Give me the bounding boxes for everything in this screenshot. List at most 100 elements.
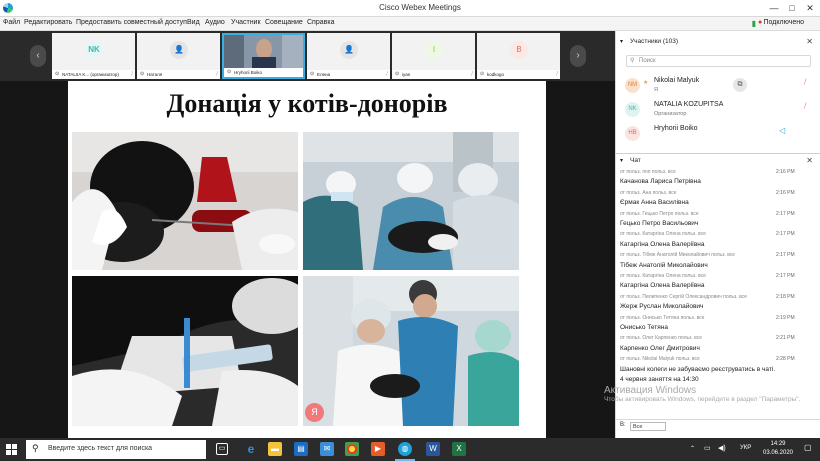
video-thumbnail-strip: ‹ NK ⊙ NATALIIA K... (организатор) ⧸ 👤 ⊙… — [0, 31, 615, 81]
task-view-icon[interactable]: ▭ — [216, 443, 228, 455]
chat-message: Тібеж Анатолій Миколайович — [616, 262, 820, 273]
microphone-icon: ⊙ — [227, 69, 232, 75]
presentation-slide: Донація у котів-донорів — [68, 81, 546, 438]
mute-icon[interactable]: ⧸ — [804, 79, 806, 87]
connection-status[interactable]: Подключено — [764, 19, 804, 26]
taskbar-clock[interactable]: 14:29 03.06.2020 — [760, 440, 796, 458]
person-icon: 👤 — [170, 41, 188, 59]
chat-sender-meta: от польз. Nikolai Malyuk польз. все — [620, 356, 700, 363]
chevron-down-icon[interactable]: ▾ — [620, 35, 623, 49]
media-player-icon[interactable]: ▶ — [371, 442, 385, 456]
chat-sender-meta: от польз. Тібеж Анатолій Миколайович пол… — [620, 252, 736, 259]
slide-title: Донація у котів-донорів — [166, 89, 448, 118]
chat-message-meta: от польз. Олег Карпенко польз. все 2:21 P… — [616, 334, 820, 345]
chat-text: Жерж Руслан Миколайович — [620, 303, 704, 311]
chevron-left-icon[interactable]: ‹ — [30, 45, 46, 67]
windows-taskbar: ⚲ Введите здесь текст для поиска ▭ e ▬ ▤… — [0, 438, 820, 461]
minimize-button[interactable]: — — [768, 2, 780, 14]
close-icon[interactable]: ✕ — [806, 154, 813, 168]
connection-icon: ▮ — [751, 19, 756, 28]
close-icon[interactable]: ✕ — [806, 35, 813, 49]
share-icon[interactable]: ⧉ — [733, 78, 747, 92]
volume-icon[interactable]: ◀) — [718, 444, 726, 452]
participants-header-label: Участники (103) — [630, 38, 679, 45]
chat-text: 4 червня заняття на 14:30 — [620, 376, 699, 383]
chat-message: Карпенко Олег Дмитрович — [616, 345, 820, 356]
chat-recipient-select[interactable]: Все — [630, 422, 666, 431]
menu-participant[interactable]: Участник — [231, 19, 261, 26]
search-placeholder: Поиск — [639, 58, 656, 64]
chat-header[interactable]: ▾ Чат ✕ — [616, 154, 820, 168]
mute-icon: ⧸ — [216, 71, 218, 77]
webex-app-window: Cisco Webex Meetings — □ ✕ Файл Редактир… — [0, 0, 820, 461]
video-camera-icon[interactable]: ◁ — [779, 126, 785, 135]
crown-icon: ★ — [643, 80, 649, 86]
menu-meeting[interactable]: Совещание — [265, 19, 303, 26]
avatar: NK — [85, 41, 103, 59]
webex-taskbar-icon[interactable]: ◍ — [398, 442, 412, 456]
network-icon[interactable]: ▭ — [704, 444, 711, 452]
menu-audio[interactable]: Аудио — [205, 19, 225, 26]
chat-sender-meta: от польз. Катаргіна Олена польз. все — [620, 273, 706, 279]
thumbnail-name: ⊙ Hryhorii Boiko — [224, 68, 303, 77]
chat-text: Катаргіна Олена Валеріївна — [620, 240, 705, 248]
mute-icon: ⧸ — [556, 71, 558, 77]
participant-item[interactable]: HB Hryhorii Boiko ◁ — [616, 121, 816, 147]
chat-to-label: В: — [620, 422, 626, 428]
close-button[interactable]: ✕ — [804, 2, 816, 14]
microphone-icon: ⊙ — [480, 71, 485, 77]
mute-icon: ⧸ — [471, 71, 473, 77]
chat-message: Шановні колеги не забуваємо реєструватис… — [616, 366, 820, 377]
mail-icon[interactable]: ✉ — [320, 442, 334, 456]
taskbar-search-input[interactable]: ⚲ Введите здесь текст для поиска — [26, 440, 206, 459]
chrome-icon[interactable] — [345, 442, 359, 456]
self-avatar[interactable]: Я — [305, 403, 324, 422]
mute-icon[interactable]: ⧸ — [804, 103, 806, 111]
thumbnail-name: ⊙ Елена ⧸ — [307, 70, 390, 79]
participant-item[interactable]: NK NATALIA KOZUPITSA Организатор ⧸ — [616, 97, 816, 123]
avatar: NM — [625, 78, 640, 93]
notifications-icon[interactable]: ▢ — [804, 443, 812, 452]
thumbnail-participant[interactable]: B ⊙ kodkogo ⧸ — [477, 33, 560, 79]
edge-browser-icon[interactable]: e — [244, 442, 258, 456]
menu-edit[interactable]: Редактировать — [24, 19, 72, 26]
excel-icon[interactable]: X — [452, 442, 466, 456]
participant-search-input[interactable]: ⚲ Поиск — [626, 55, 811, 67]
participant-name: NATALIA KOZUPITSA — [654, 101, 724, 108]
menu-view[interactable]: Вид — [187, 19, 200, 26]
slide-photo-syringe-closeup — [72, 276, 298, 426]
language-indicator[interactable]: УКР — [740, 445, 751, 451]
chat-recipient-bar: В: Все — [616, 419, 820, 438]
chat-text: Шановні колеги не забуваємо реєструватис… — [620, 365, 776, 373]
windows-start-icon[interactable] — [6, 444, 17, 455]
menu-share[interactable]: Предоставить совместный доступ — [76, 19, 187, 26]
chevron-right-icon[interactable]: › — [570, 45, 586, 67]
menu-help[interactable]: Справка — [307, 19, 334, 26]
thumbnail-participant[interactable]: 👤 ⊙ Наталя ⧸ — [137, 33, 220, 79]
side-panel: ▾ Участники (103) ✕ ⚲ Поиск NM ★ Nikolai… — [615, 31, 820, 438]
thumbnail-participant[interactable]: NK ⊙ NATALIIA K... (организатор) ⧸ — [52, 33, 135, 79]
chat-message-meta: от польз. Nikolai Malyuk польз. все 2:28 … — [616, 355, 820, 366]
thumbnail-participant[interactable]: 👤 ⊙ Елена ⧸ — [307, 33, 390, 79]
participant-item[interactable]: NM ★ Nikolai Malyuk Я ⧉ ⧸ — [616, 73, 816, 99]
chat-message: Єрмак Анна Василівна — [616, 199, 820, 210]
file-explorer-icon[interactable]: ▬ — [268, 442, 282, 456]
participant-role: Организатор — [654, 111, 687, 117]
chevron-down-icon[interactable]: ▾ — [620, 154, 623, 168]
word-icon[interactable]: W — [426, 442, 440, 456]
thumbnail-participant[interactable]: I ⊙ iyan ⧸ — [392, 33, 475, 79]
store-icon[interactable]: ▤ — [294, 442, 308, 456]
chat-sender-meta: от польз. Катаргіна Олена польз. все — [620, 231, 706, 238]
chat-message: Онисько Тетяна — [616, 324, 820, 335]
chat-message-meta: от польз. Катаргіна Олена польз. все 2:17… — [616, 230, 820, 241]
thumbnail-name: ⊙ NATALIIA K... (организатор) ⧸ — [52, 70, 135, 79]
chat-sender-meta: от польз. Олег Карпенко польз. все — [620, 335, 703, 342]
menu-file[interactable]: Файл — [3, 19, 20, 26]
participants-header[interactable]: ▾ Участники (103) ✕ — [616, 35, 820, 49]
chat-sender-meta: от польз. Ана польз. все — [620, 189, 677, 196]
thumbnail-participant-active[interactable]: ⊙ Hryhorii Boiko — [222, 33, 305, 79]
chat-text: Гецько Петро Васильович — [620, 220, 699, 227]
thumbnail-name-text: Наталя — [147, 72, 163, 77]
tray-arrow-icon[interactable]: ⌃ — [690, 445, 695, 452]
maximize-button[interactable]: □ — [786, 2, 798, 14]
